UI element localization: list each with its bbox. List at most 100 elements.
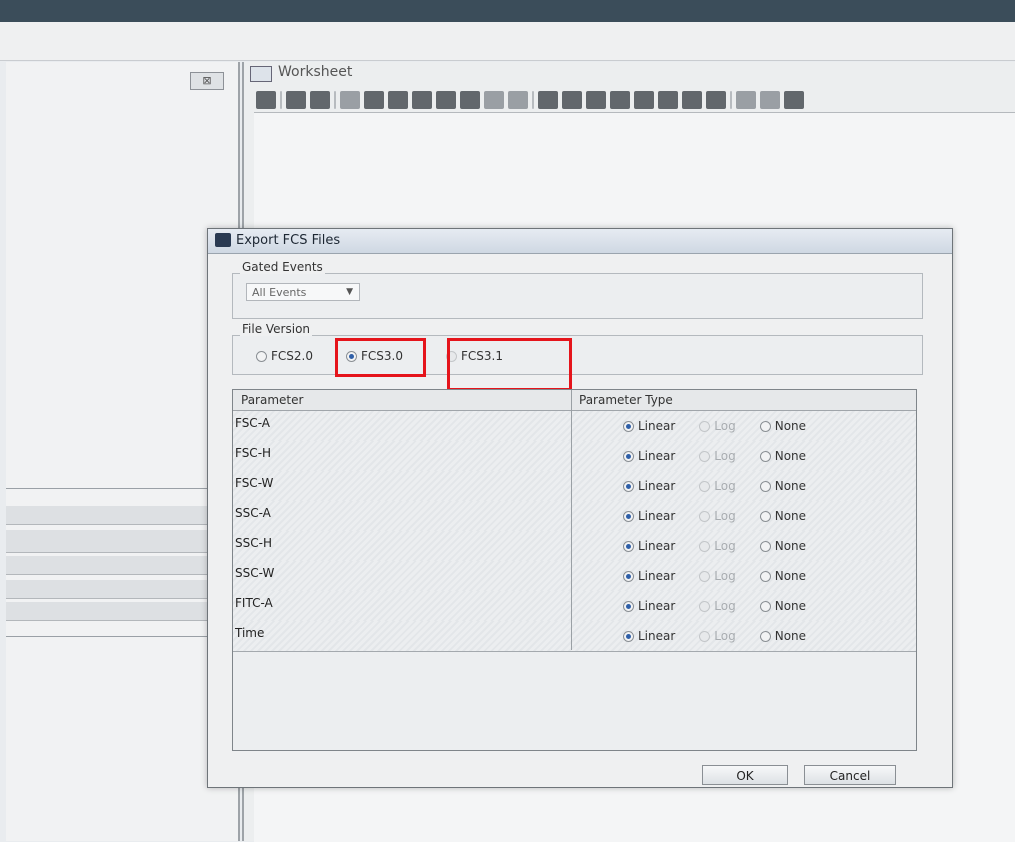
zoom-in-icon[interactable]: [436, 91, 456, 109]
linear-radio[interactable]: Linear: [623, 479, 675, 493]
radio-button[interactable]: [699, 630, 711, 642]
radio-button[interactable]: [759, 570, 771, 582]
linear-radio[interactable]: Linear: [623, 599, 675, 613]
log-label: Log: [714, 569, 736, 583]
log-radio[interactable]: Log: [699, 569, 736, 583]
linear-radio[interactable]: Linear: [623, 449, 675, 463]
radio-button[interactable]: [699, 420, 711, 432]
log-radio[interactable]: Log: [699, 599, 736, 613]
line-icon[interactable]: [736, 91, 756, 109]
radio-button[interactable]: [699, 540, 711, 552]
column-header-parameter: Parameter: [241, 393, 304, 407]
stats-icon[interactable]: [706, 91, 726, 109]
radio-button[interactable]: [759, 540, 771, 552]
cancel-button[interactable]: Cancel: [804, 765, 896, 785]
linear-radio[interactable]: Linear: [623, 509, 675, 523]
fcs20-radio[interactable]: FCS2.0: [256, 349, 313, 363]
histogram-icon[interactable]: [412, 91, 432, 109]
gate-interval-icon[interactable]: [586, 91, 606, 109]
gate-rectangle-icon[interactable]: [610, 91, 630, 109]
left-panel-close-button[interactable]: ⊠: [190, 72, 224, 90]
log-radio[interactable]: Log: [699, 449, 736, 463]
radio-button[interactable]: [759, 630, 771, 642]
none-label: None: [774, 629, 807, 643]
radio-button-selected[interactable]: [623, 450, 634, 462]
log-label: Log: [714, 479, 736, 493]
arrow-line-icon[interactable]: [760, 91, 780, 109]
log-radio[interactable]: Log: [699, 419, 736, 433]
page-icon[interactable]: [310, 91, 330, 109]
layout-icon[interactable]: [658, 91, 678, 109]
dialog-title: Export FCS Files: [236, 233, 341, 248]
new-icon[interactable]: [256, 91, 276, 109]
dialog-title-bar[interactable]: Export FCS Files: [208, 229, 952, 254]
radio-button[interactable]: [699, 570, 711, 582]
table-icon[interactable]: [682, 91, 702, 109]
parameter-type-options: Linear Log None: [623, 539, 806, 553]
table-row: FSC-H Linear Log None: [233, 441, 916, 472]
radio-button[interactable]: [699, 450, 711, 462]
log-radio[interactable]: Log: [699, 509, 736, 523]
none-radio[interactable]: None: [759, 629, 807, 643]
radio-button[interactable]: [699, 480, 711, 492]
radio-button[interactable]: [759, 510, 771, 522]
none-radio[interactable]: None: [759, 419, 806, 433]
slider-icon[interactable]: [484, 91, 504, 109]
gated-events-select[interactable]: All Events ▼: [246, 283, 360, 301]
gate-polygon-icon[interactable]: [538, 91, 558, 109]
log-label: Log: [714, 419, 736, 433]
radio-button[interactable]: [759, 420, 771, 432]
parameter-type-options: Linear Log None: [623, 449, 806, 463]
plot-dot-icon[interactable]: [364, 91, 384, 109]
parameter-name: Time: [235, 626, 265, 640]
toolbar-separator: [730, 91, 732, 109]
log-radio[interactable]: Log: [699, 479, 736, 493]
left-panel-row: [6, 556, 238, 575]
table-row: SSC-W Linear Log None: [233, 561, 916, 592]
parameter-type-options: Linear Log None: [623, 509, 806, 523]
radio-button[interactable]: [699, 600, 711, 612]
radio-button-selected[interactable]: [623, 630, 634, 642]
none-radio[interactable]: None: [759, 569, 806, 583]
linear-label: Linear: [638, 509, 676, 523]
linear-radio[interactable]: Linear: [623, 419, 675, 433]
image-icon[interactable]: [784, 91, 804, 109]
log-radio[interactable]: Log: [699, 629, 736, 643]
linear-label: Linear: [638, 629, 676, 643]
zoom-out-icon[interactable]: [460, 91, 480, 109]
none-radio[interactable]: None: [759, 509, 806, 523]
linear-label: Linear: [638, 539, 676, 553]
linear-radio[interactable]: Linear: [623, 539, 675, 553]
plot-density-icon[interactable]: [388, 91, 408, 109]
gate-quad-icon[interactable]: [562, 91, 582, 109]
radio-button-selected[interactable]: [623, 540, 634, 552]
hand-icon[interactable]: [286, 91, 306, 109]
resize-icon[interactable]: [508, 91, 528, 109]
highlight-box-fcs31: [447, 338, 572, 391]
radio-button-selected[interactable]: [623, 480, 634, 492]
radio-button-selected[interactable]: [623, 420, 634, 432]
none-radio[interactable]: None: [759, 539, 806, 553]
log-radio[interactable]: Log: [699, 539, 736, 553]
radio-button-selected[interactable]: [623, 510, 634, 522]
radio-button[interactable]: [759, 450, 771, 462]
ok-button[interactable]: OK: [702, 765, 788, 785]
none-radio[interactable]: None: [759, 479, 806, 493]
none-radio[interactable]: None: [759, 599, 806, 613]
pointer-icon[interactable]: [340, 91, 360, 109]
gated-events-label: Gated Events: [240, 260, 325, 274]
none-radio[interactable]: None: [759, 449, 806, 463]
radio-button[interactable]: [256, 350, 267, 362]
left-panel-divider: [6, 488, 238, 489]
linear-radio[interactable]: Linear: [623, 629, 675, 643]
radio-button[interactable]: [759, 480, 771, 492]
grid-icon[interactable]: [634, 91, 654, 109]
radio-button-selected[interactable]: [623, 600, 634, 612]
column-divider[interactable]: [571, 390, 572, 650]
worksheet-title: Worksheet: [278, 64, 353, 80]
linear-radio[interactable]: Linear: [623, 569, 675, 583]
radio-button-selected[interactable]: [623, 570, 634, 582]
radio-button[interactable]: [699, 510, 711, 522]
radio-button[interactable]: [759, 600, 771, 612]
parameter-name: SSC-H: [235, 536, 272, 550]
